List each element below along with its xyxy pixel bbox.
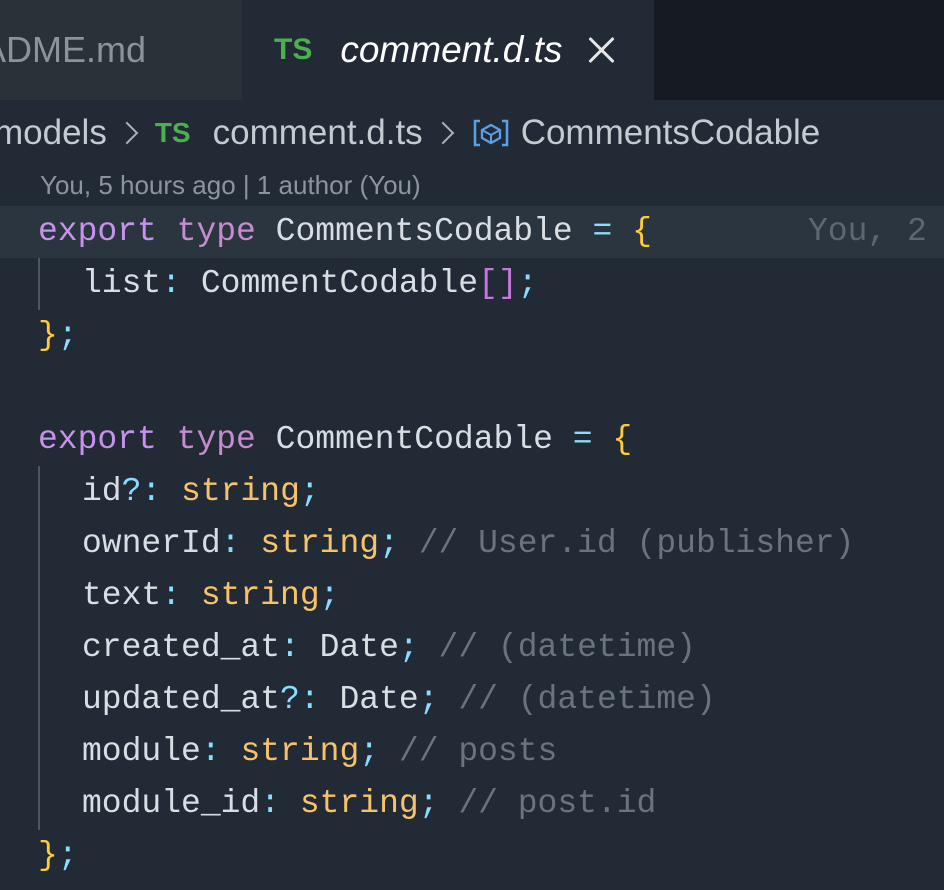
tab-label: comment.d.ts — [340, 29, 563, 70]
code-line: text: string; — [0, 570, 944, 622]
code-line: updated_at?: Date; // (datetime) — [0, 674, 944, 726]
tab-readme[interactable]: ADME.md — [0, 0, 242, 100]
close-icon[interactable] — [586, 35, 616, 65]
code-line: created_at: Date; // (datetime) — [0, 622, 944, 674]
typescript-icon: TS — [154, 117, 191, 148]
breadcrumb-folder[interactable]: models — [0, 113, 107, 153]
indent-guide — [38, 726, 40, 778]
code-editor[interactable]: export type CommentsCodable = {You, 2 li… — [0, 206, 944, 882]
indent-guide — [38, 674, 40, 726]
indent-guide — [38, 570, 40, 622]
indent-guide — [38, 518, 40, 570]
code-line: }; — [38, 837, 78, 874]
tab-bar: ADME.md TS comment.d.ts — [0, 0, 944, 100]
code-line: }; — [38, 317, 78, 354]
breadcrumb: models TS comment.d.ts CommentsCodable — [0, 108, 820, 158]
indent-guide — [38, 258, 40, 310]
code-line: ownerId: string; // User.id (publisher) — [0, 518, 944, 570]
typescript-icon: TS — [274, 33, 313, 66]
indent-guide — [38, 778, 40, 830]
chevron-right-icon — [431, 121, 455, 145]
type-symbol-icon — [473, 119, 508, 147]
breadcrumb-file[interactable]: comment.d.ts — [213, 113, 423, 153]
indent-guide — [38, 622, 40, 674]
chevron-right-icon — [115, 121, 139, 145]
code-line: module_id: string; // post.id — [0, 778, 944, 830]
tab-comment-d-ts[interactable]: TS comment.d.ts — [242, 0, 654, 100]
code-line: export type CommentCodable = { — [38, 421, 633, 458]
tab-label: ADME.md — [0, 29, 147, 70]
breadcrumb-symbol[interactable]: CommentsCodable — [521, 113, 821, 153]
inline-blame: You, 2 — [808, 213, 927, 250]
code-line: export type CommentsCodable = {You, 2 — [0, 206, 944, 258]
indent-guide — [38, 466, 40, 518]
code-line: id?: string; — [0, 466, 944, 518]
codelens-blame[interactable]: You, 5 hours ago | 1 author (You) — [40, 170, 421, 201]
code-line: list: CommentCodable[]; — [0, 258, 944, 310]
code-line: module: string; // posts — [0, 726, 944, 778]
